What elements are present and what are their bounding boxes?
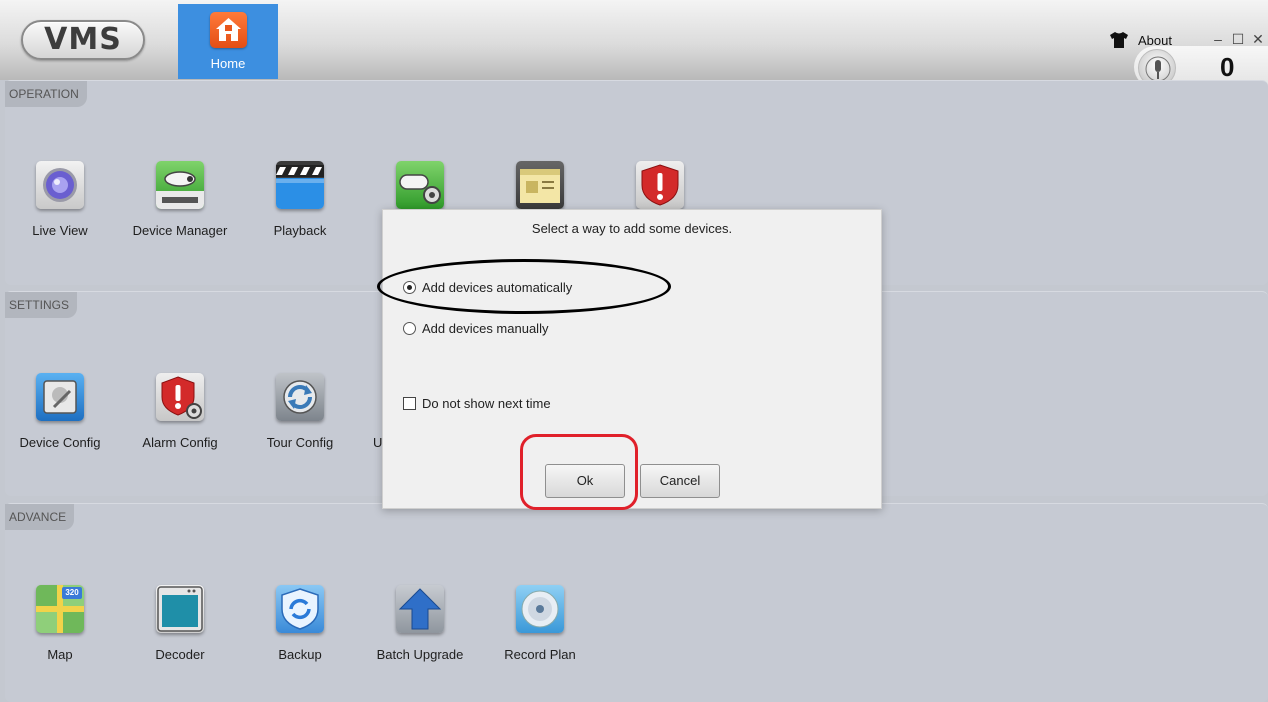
- dialog-prompt: Select a way to add some devices.: [531, 221, 733, 236]
- tile-live-view[interactable]: Live View: [5, 161, 115, 251]
- device-manager-icon: [156, 161, 204, 209]
- home-icon: [210, 12, 247, 48]
- tile-device-manager[interactable]: Device Manager: [125, 161, 235, 251]
- batch-upgrade-icon: [396, 585, 444, 633]
- map-badge: 320: [65, 588, 79, 597]
- tile-label: Playback: [273, 223, 327, 238]
- tile-backup[interactable]: Backup: [245, 585, 355, 675]
- shirt-icon: [1110, 32, 1128, 48]
- cancel-button[interactable]: Cancel: [640, 464, 720, 498]
- tab-home-label: Home: [210, 56, 246, 71]
- alarm-count: 0: [1220, 52, 1235, 82]
- tile-alarm-config[interactable]: Alarm Config: [125, 373, 235, 463]
- radio-button[interactable]: [403, 322, 416, 335]
- tile-tour-config[interactable]: Tour Config: [245, 373, 355, 463]
- alarm-icon: [636, 161, 684, 209]
- alarm-config-icon: [156, 373, 204, 421]
- tile-record-plan[interactable]: Record Plan: [485, 585, 595, 675]
- tile-playback[interactable]: Playback: [245, 161, 355, 251]
- checkbox-label: Do not show next time: [422, 396, 551, 411]
- tab-home[interactable]: Home: [178, 4, 278, 79]
- tile-label: U: [373, 435, 383, 450]
- backup-icon: [276, 585, 324, 633]
- tile-label: Tour Config: [266, 435, 334, 450]
- radio-label: Add devices manually: [422, 321, 549, 336]
- record-plan-icon: [516, 585, 564, 633]
- radio-button-checked[interactable]: [403, 281, 416, 294]
- checkbox[interactable]: [403, 397, 416, 410]
- tile-map[interactable]: 320 Map: [5, 585, 115, 675]
- section-label-advance: ADVANCE: [5, 504, 75, 530]
- ok-button[interactable]: Ok: [545, 464, 625, 498]
- advance-section: ADVANCE 320 Map Decoder Backup Batch Upg…: [5, 503, 1268, 702]
- tile-batch-upgrade[interactable]: Batch Upgrade: [365, 585, 475, 675]
- top-bar: VMS Home About – ☐ ✕: [0, 0, 1268, 80]
- log-icon: [516, 161, 564, 209]
- map-icon: 320: [36, 585, 84, 633]
- radio-label: Add devices automatically: [422, 280, 573, 295]
- device-config-icon: [36, 373, 84, 421]
- tour-config-icon: [276, 373, 324, 421]
- add-devices-dialog: Select a way to add some devices. Add de…: [382, 209, 882, 509]
- live-view-icon: [36, 161, 84, 209]
- playback-icon: [276, 161, 324, 209]
- tile-device-config[interactable]: Device Config: [5, 373, 115, 463]
- section-label-operation: OPERATION: [5, 81, 87, 107]
- section-label-settings: SETTINGS: [5, 292, 78, 318]
- tile-decoder[interactable]: Decoder: [125, 585, 235, 675]
- camera-settings-icon: [396, 161, 444, 209]
- tile-label: Record Plan: [504, 647, 576, 662]
- vms-logo: VMS: [21, 20, 145, 60]
- decoder-icon: [156, 585, 204, 633]
